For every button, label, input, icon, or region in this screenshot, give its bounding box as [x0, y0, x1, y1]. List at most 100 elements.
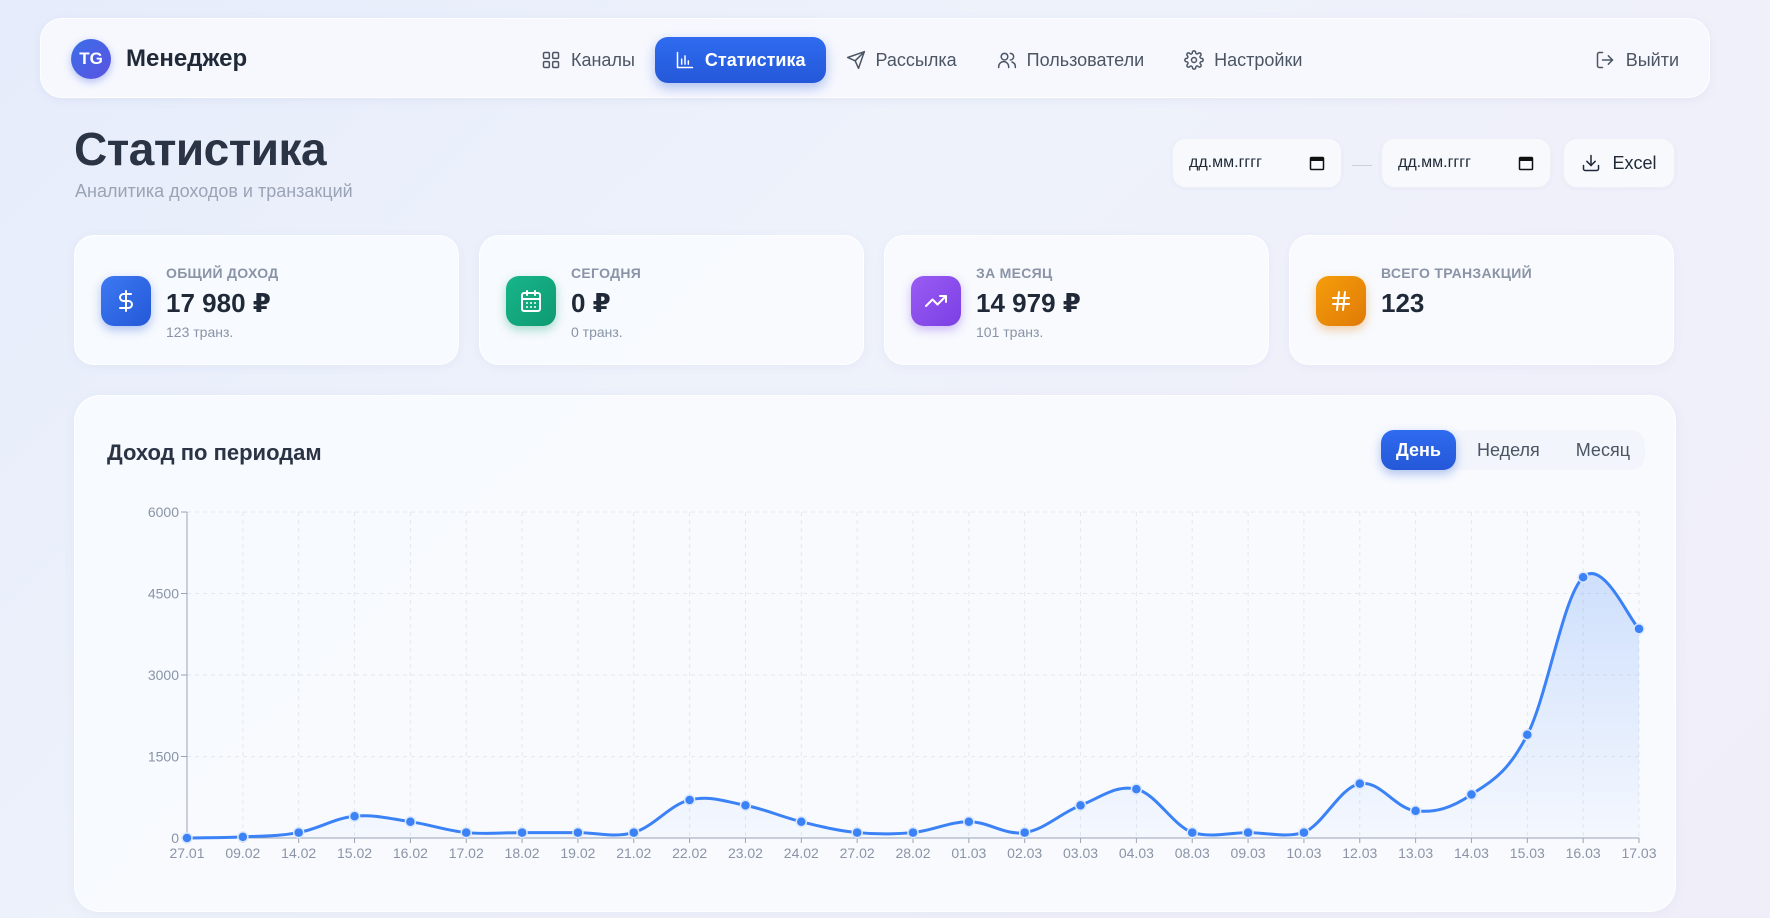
- x-tick-label: 01.03: [951, 845, 986, 861]
- send-icon: [846, 50, 865, 70]
- date-range-separator: [1352, 165, 1372, 166]
- x-tick-label: 02.03: [1007, 845, 1042, 861]
- stat-value: 0 ₽: [571, 288, 611, 318]
- export-excel-button[interactable]: Excel: [1563, 138, 1675, 188]
- data-point: [348, 810, 361, 823]
- x-tick-label: 22.02: [672, 845, 707, 861]
- dollar-icon: [101, 276, 151, 326]
- x-tick-label: 09.03: [1231, 845, 1266, 861]
- calendar-icon[interactable]: [1518, 155, 1534, 171]
- calendar-icon[interactable]: [1309, 155, 1325, 171]
- y-tick-label: 4500: [148, 586, 179, 602]
- data-point: [1577, 571, 1589, 583]
- data-point: [1130, 783, 1143, 795]
- x-tick-label: 16.02: [393, 845, 428, 861]
- page-title: Статистика: [74, 123, 327, 175]
- nav-item-label: Каналы: [571, 49, 635, 70]
- data-point: [1242, 826, 1254, 839]
- stat-value: 14 979 ₽: [976, 288, 1081, 318]
- y-tick-label: 0: [171, 830, 179, 846]
- stat-sub: 101 транз.: [976, 324, 1044, 340]
- top-nav: TG Менеджер Каналы Статистика Рассылка П…: [40, 18, 1710, 98]
- brand-logo: TG: [71, 39, 111, 79]
- stat-card-total-income: ОБЩИЙ ДОХОД 17 980 ₽ 123 транз.: [74, 235, 459, 365]
- stat-card-today: СЕГОДНЯ 0 ₽ 0 транз.: [479, 235, 864, 365]
- data-point: [1354, 777, 1366, 790]
- x-tick-label: 08.03: [1175, 845, 1210, 861]
- x-tick-label: 15.03: [1510, 845, 1545, 861]
- nav-item-label: Настройки: [1214, 49, 1303, 70]
- x-tick-label: 27.02: [840, 845, 875, 861]
- x-tick-label: 14.02: [281, 845, 316, 861]
- data-point: [460, 826, 472, 839]
- logout-button[interactable]: Выйти: [1595, 37, 1679, 83]
- x-tick-label: 16.03: [1566, 845, 1601, 861]
- date-from-placeholder: дд.мм.гггг: [1189, 154, 1262, 171]
- data-point: [1298, 826, 1310, 839]
- nav-item-label: Пользователи: [1026, 49, 1145, 70]
- nav-item-channels[interactable]: Каналы: [521, 37, 655, 83]
- x-tick-label: 09.02: [225, 845, 260, 861]
- date-to-placeholder: дд.мм.гггг: [1398, 154, 1471, 171]
- x-tick-label: 21.02: [616, 845, 651, 861]
- stat-card-transactions: ВСЕГО ТРАНЗАКЦИЙ 123: [1289, 235, 1674, 365]
- date-from-input[interactable]: дд.мм.гггг: [1172, 138, 1342, 188]
- data-point: [795, 815, 808, 828]
- gear-icon: [1184, 50, 1204, 70]
- stat-card-month: ЗА МЕСЯЦ 14 979 ₽ 101 транз.: [884, 235, 1269, 365]
- hash-icon: [1316, 276, 1366, 326]
- data-point: [1018, 826, 1031, 839]
- nav-item-label: Статистика: [704, 49, 806, 70]
- data-point: [851, 826, 863, 839]
- x-tick-label: 17.03: [1621, 845, 1656, 861]
- data-point: [404, 815, 417, 828]
- x-tick-label: 13.03: [1398, 845, 1433, 861]
- stat-label: СЕГОДНЯ: [571, 265, 642, 281]
- nav-item-mailing[interactable]: Рассылка: [826, 37, 977, 83]
- date-to-input[interactable]: дд.мм.гггг: [1381, 138, 1551, 188]
- logout-label: Выйти: [1625, 49, 1679, 70]
- x-tick-label: 03.03: [1063, 845, 1098, 861]
- stat-value: 123: [1381, 288, 1425, 318]
- x-tick-label: 23.02: [728, 845, 763, 861]
- y-tick-label: 6000: [148, 504, 179, 520]
- x-tick-label: 24.02: [784, 845, 819, 861]
- stat-value: 17 980 ₽: [166, 288, 271, 318]
- y-tick-label: 3000: [148, 667, 179, 683]
- data-point: [1465, 788, 1478, 801]
- stat-sub: 0 транз.: [571, 324, 623, 340]
- x-tick-label: 17.02: [449, 845, 484, 861]
- data-point: [237, 831, 249, 843]
- stat-label: ВСЕГО ТРАНЗАКЦИЙ: [1381, 265, 1533, 281]
- x-tick-label: 10.03: [1286, 845, 1321, 861]
- logout-icon: [1596, 51, 1613, 69]
- nav-menu: Каналы Статистика Рассылка Пользователи …: [521, 37, 1322, 83]
- grid-icon: [542, 51, 560, 69]
- x-tick-label: 28.02: [895, 845, 930, 861]
- x-tick-label: 12.03: [1342, 845, 1377, 861]
- stat-label: ЗА МЕСЯЦ: [976, 265, 1053, 281]
- stat-label: ОБЩИЙ ДОХОД: [166, 265, 279, 281]
- nav-item-statistics[interactable]: Статистика: [654, 37, 826, 83]
- income-line-chart: 0 1500 3000 4500 6000 27.01 09.02 14.02 15.02 16.…: [148, 504, 1657, 861]
- data-point: [181, 832, 193, 844]
- brand[interactable]: TG Менеджер: [71, 39, 247, 79]
- bar-chart-icon: [676, 51, 694, 69]
- nav-item-label: Рассылка: [875, 49, 957, 70]
- app-name: Менеджер: [126, 45, 248, 72]
- data-point: [1633, 623, 1645, 635]
- calendar-icon: [506, 276, 556, 326]
- stat-sub: 123 транз.: [166, 324, 234, 340]
- data-point: [292, 826, 305, 839]
- data-point: [1186, 826, 1198, 839]
- data-point: [963, 815, 975, 828]
- data-point: [572, 826, 584, 839]
- nav-item-settings[interactable]: Настройки: [1164, 37, 1322, 83]
- x-tick-label: 18.02: [505, 845, 540, 861]
- export-label: Excel: [1612, 152, 1657, 173]
- data-point: [683, 794, 696, 806]
- nav-item-users[interactable]: Пользователи: [977, 37, 1164, 83]
- data-point: [1521, 729, 1534, 741]
- x-tick-label: 15.02: [337, 845, 372, 861]
- income-chart-panel: Доход по периодам День Неделя Месяц 0 150…: [74, 395, 1676, 912]
